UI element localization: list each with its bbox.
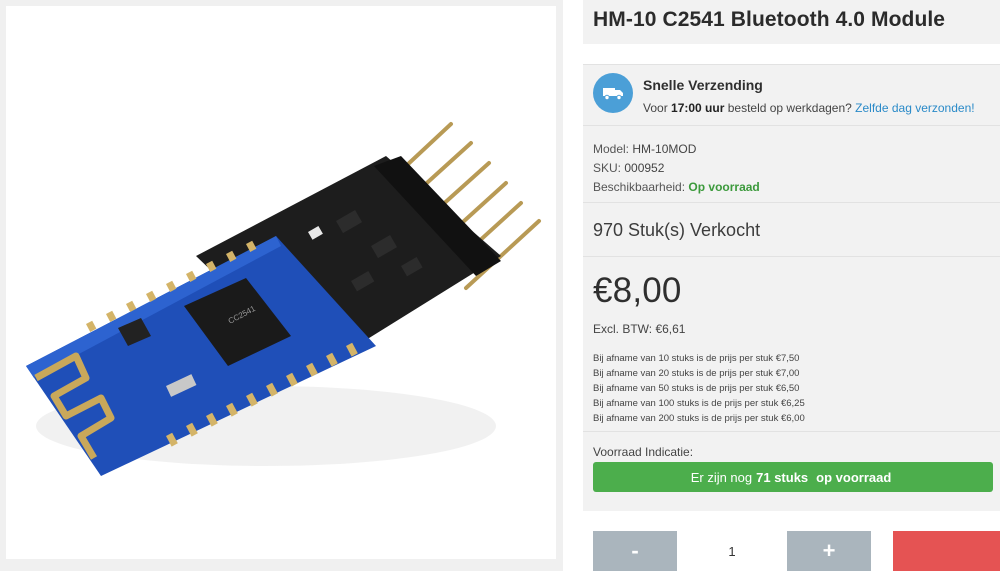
- stock-bar: Er zijn nog 71 stuks op voorraad: [593, 462, 993, 492]
- shipping-notice: Snelle Verzending Voor 17:00 uur besteld…: [583, 64, 1000, 125]
- availability-label: Beschikbaarheid:: [593, 180, 686, 194]
- shipping-text-before: Voor: [643, 101, 672, 115]
- model-value: HM-10MOD: [632, 142, 697, 156]
- quantity-row: - +: [583, 531, 1000, 571]
- stock-prefix: Er zijn nog: [690, 469, 753, 485]
- quantity-discounts: Bij afname van 10 stuks is de prijs per …: [593, 351, 1000, 426]
- shipping-title: Snelle Verzending: [643, 77, 763, 93]
- sku-value: 000952: [624, 161, 665, 175]
- product-price: €8,00: [593, 271, 682, 310]
- product-info: HM-10 C2541 Bluetooth 4.0 Module Snelle …: [583, 0, 1000, 571]
- stock-suffix: op voorraad: [816, 469, 892, 485]
- add-to-cart-button[interactable]: [893, 531, 1000, 571]
- stock-indicator: Voorraad Indicatie: Er zijn nog 71 stuks o…: [583, 431, 1000, 511]
- model-row: Model: HM-10MOD: [593, 140, 1000, 159]
- availability-row: Beschikbaarheid: Op voorraad: [593, 178, 1000, 197]
- availability-value: Op voorraad: [688, 180, 760, 194]
- sku-row: SKU: 000952: [593, 159, 1000, 178]
- shipping-text: Voor 17:00 uur besteld op werkdagen? Zel…: [643, 101, 975, 115]
- quantity-input[interactable]: [677, 531, 787, 571]
- shipping-text-after: besteld op werkdagen?: [724, 101, 856, 115]
- stock-indicator-label: Voorraad Indicatie:: [593, 445, 694, 459]
- stock-count: 71 stuks: [756, 469, 809, 485]
- price-excl-vat: Excl. BTW: €6,61: [593, 322, 686, 336]
- product-meta: Model: HM-10MOD SKU: 000952 Beschikbaarh…: [583, 125, 1000, 202]
- same-day-shipping-link[interactable]: Zelfde dag verzonden!: [855, 101, 974, 115]
- model-label: Model:: [593, 142, 630, 156]
- product-title: HM-10 C2541 Bluetooth 4.0 Module: [593, 8, 946, 31]
- shipping-cutoff-time: 17:00 uur: [671, 101, 725, 115]
- discount-tier: Bij afname van 100 stuks is de prijs per…: [593, 398, 805, 409]
- quantity-decrease-button[interactable]: -: [593, 531, 677, 571]
- sku-label: SKU:: [593, 161, 622, 175]
- product-image[interactable]: CC2541: [6, 6, 556, 559]
- sold-count: 970 Stuk(s) Verkocht: [583, 202, 1000, 256]
- quantity-increase-button[interactable]: +: [787, 531, 871, 571]
- title-bar: HM-10 C2541 Bluetooth 4.0 Module: [583, 0, 1000, 44]
- discount-tier: Bij afname van 200 stuks is de prijs per…: [593, 413, 805, 424]
- price-section: €8,00 Excl. BTW: €6,61 Bij afname van 10…: [583, 256, 1000, 431]
- product-image-panel: CC2541: [0, 0, 563, 571]
- discount-tier: Bij afname van 20 stuks is de prijs per …: [593, 368, 800, 379]
- bluetooth-module-photo: CC2541: [26, 122, 541, 476]
- truck-icon: [593, 73, 633, 113]
- product-page: CC2541 HM-10 C2541 Bluetooth 4.0 Module …: [0, 0, 1000, 571]
- discount-tier: Bij afname van 10 stuks is de prijs per …: [593, 353, 800, 364]
- discount-tier: Bij afname van 50 stuks is de prijs per …: [593, 383, 800, 394]
